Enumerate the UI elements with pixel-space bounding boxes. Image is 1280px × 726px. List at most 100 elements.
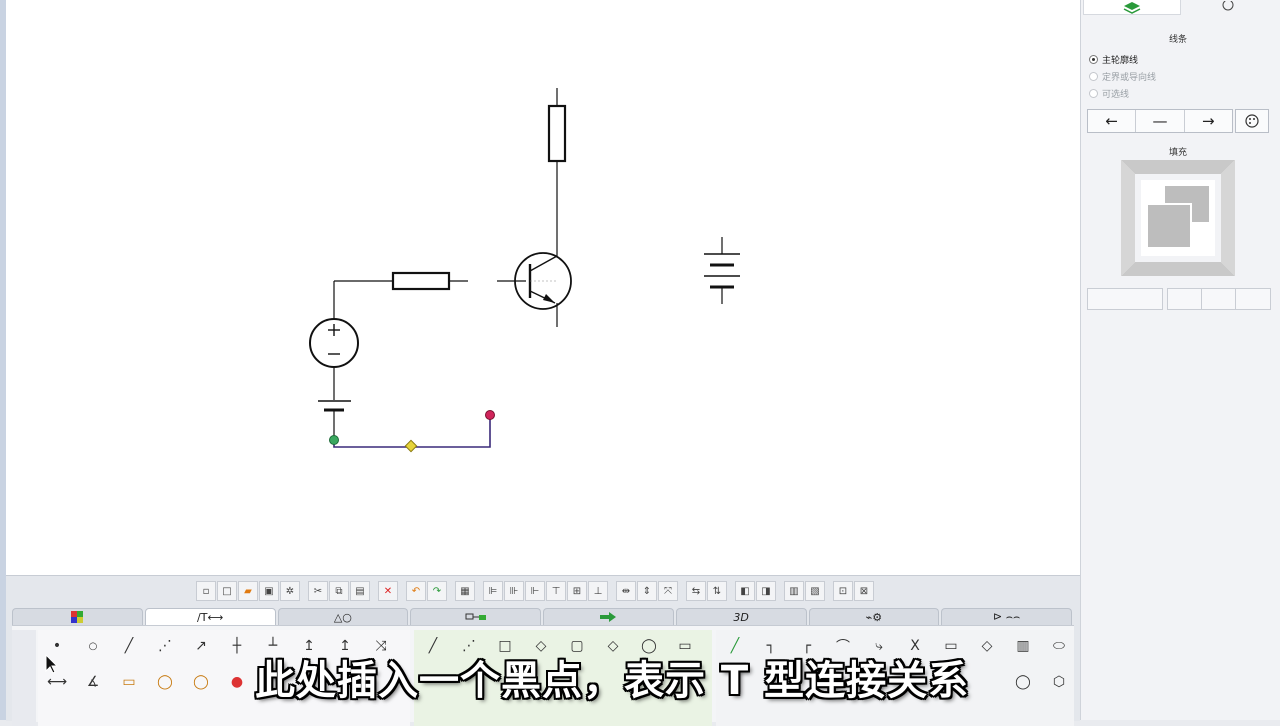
flow-decision-icon: ◇ (981, 638, 993, 654)
align-center-icon[interactable]: ⊪ (504, 581, 524, 601)
fill-field-1[interactable] (1087, 288, 1163, 310)
radio-button[interactable] (1089, 72, 1098, 81)
arrow-line-tool[interactable]: ↗ (186, 632, 216, 660)
bring-front-icon[interactable]: ◧ (735, 581, 755, 601)
undo-icon[interactable]: ↶ (406, 581, 426, 601)
resistor-horizontal[interactable] (391, 271, 451, 291)
resistor-vertical[interactable] (547, 104, 567, 163)
resize-icon[interactable]: ⤧ (658, 581, 678, 601)
fill-preview[interactable] (1121, 160, 1235, 276)
wire-midpoint-handle[interactable] (404, 439, 418, 453)
green-arrow-icon (600, 612, 617, 622)
ungroup-icon[interactable]: ▧ (805, 581, 825, 601)
flow-hexagon-icon: ⬡ (1052, 674, 1066, 690)
selected-wire[interactable] (329, 410, 495, 453)
tab-shapes[interactable]: △○ (277, 608, 409, 625)
align-middle-icon[interactable]: ⊞ (567, 581, 587, 601)
settings-icon[interactable]: ✲ (280, 581, 300, 601)
radio-label: 主轮廓线 (1102, 56, 1139, 66)
align-bottom-icon[interactable]: ⊥ (588, 581, 608, 601)
panel-tab-palette[interactable] (1211, 0, 1261, 14)
fill-field-4[interactable] (1235, 288, 1271, 310)
cut-icon[interactable]: ✂ (308, 581, 328, 601)
line-color-button[interactable] (1235, 109, 1269, 133)
callout-rect-tool[interactable]: ▭ (114, 668, 144, 696)
radio-boundary-line[interactable]: 定界或导向线 (1089, 70, 1156, 83)
redo-icon[interactable]: ↷ (427, 581, 447, 601)
dashed-line-icon: ⋰ (158, 638, 172, 654)
line-tool[interactable]: ╱ (114, 632, 144, 660)
zoom-fit-icon[interactable]: ⊡ (833, 581, 853, 601)
tab-electrical[interactable]: ⌁⚙ (808, 608, 940, 625)
arrow-start-button[interactable]: ← (1088, 110, 1137, 132)
distribute-v-icon[interactable]: ⇕ (637, 581, 657, 601)
callout-cloud-icon: ◯ (193, 674, 209, 690)
tab-arrows[interactable] (543, 608, 674, 625)
arrow-cursor-icon (45, 654, 59, 674)
send-back-icon[interactable]: ◨ (756, 581, 776, 601)
save-icon[interactable]: ▣ (259, 581, 279, 601)
new-doc-icon[interactable]: ▫ (196, 581, 216, 601)
line-plain-button[interactable]: — (1136, 110, 1185, 132)
flow-terminal-icon: ⬭ (1053, 638, 1065, 654)
fill-field-2[interactable] (1167, 288, 1203, 310)
angle-icon: ∡ (86, 674, 100, 690)
wire-end-handle[interactable] (485, 410, 495, 420)
callout-cloud-tool[interactable]: ◯ (186, 668, 216, 696)
radio-optional-line[interactable]: 可选线 (1089, 87, 1129, 100)
tab-colors[interactable] (12, 608, 143, 625)
battery-cell-left[interactable] (318, 400, 351, 440)
callout-round-tool[interactable]: ◯ (150, 668, 180, 696)
delete-icon[interactable]: ✕ (378, 581, 398, 601)
line-icon: ╱ (124, 638, 134, 654)
group-icon[interactable]: ▥ (784, 581, 804, 601)
tab-connectors[interactable] (410, 608, 541, 625)
palette-icon (1222, 0, 1234, 11)
layers-icon (1123, 2, 1141, 14)
zoom-select-icon[interactable]: ⊠ (854, 581, 874, 601)
hollow-dot-tool[interactable]: ○ (78, 632, 108, 660)
circuit-diagram (309, 88, 740, 453)
line-section-title: 线条 (1169, 35, 1188, 45)
cross-tool[interactable]: ┼ (222, 632, 252, 660)
radio-main-outline[interactable]: 主轮廓线 (1089, 53, 1138, 66)
arrow-end-button[interactable]: → (1185, 110, 1232, 132)
panel-tab-layers[interactable] (1083, 0, 1181, 15)
voltage-source[interactable] (309, 318, 359, 368)
tab-3d[interactable]: 3D (675, 608, 807, 625)
radio-button[interactable] (1089, 55, 1098, 64)
align-left-icon[interactable]: ⊫ (483, 581, 503, 601)
tab-circuit[interactable]: ⊳ ⌢⌢ (941, 608, 1072, 625)
grid-icon[interactable]: ▦ (455, 581, 475, 601)
battery-multi-cell[interactable] (704, 237, 740, 304)
number-badge-tool[interactable]: ● (222, 668, 252, 696)
line-style-buttons: ← — → (1087, 109, 1233, 133)
transistor-npn[interactable] (497, 232, 572, 327)
open-folder-icon[interactable]: ▰ (238, 581, 258, 601)
tab-lines-text[interactable]: ∕T⟷ (144, 608, 276, 626)
flow-decision-tool[interactable]: ◇ (972, 632, 1002, 660)
align-right-icon[interactable]: ⊩ (525, 581, 545, 601)
fill-field-3[interactable] (1201, 288, 1237, 310)
angle-tool[interactable]: ∡ (78, 668, 108, 696)
distribute-h-icon[interactable]: ⇹ (616, 581, 636, 601)
paste-icon[interactable]: ▤ (350, 581, 370, 601)
dashed-line-tool[interactable]: ⋰ (150, 632, 180, 660)
flow-subprocess-tool[interactable]: ▥ (1008, 632, 1038, 660)
wire-start-handle[interactable] (329, 435, 339, 445)
tool-group-side (12, 630, 36, 726)
flip-v-icon[interactable]: ⇅ (707, 581, 727, 601)
flow-hexagon-tool[interactable]: ⬡ (1044, 668, 1074, 696)
radio-label: 定界或导向线 (1102, 73, 1157, 83)
color-swatch-icon (71, 611, 84, 623)
blank-page-icon[interactable]: □ (217, 581, 237, 601)
arrow-line-icon: ↗ (195, 638, 207, 654)
flip-h-icon[interactable]: ⇆ (686, 581, 706, 601)
align-top-icon[interactable]: ⊤ (546, 581, 566, 601)
drawing-canvas[interactable] (6, 0, 1080, 575)
main-toolbar: ▫ □ ▰ ▣ ✲ ✂ ⧉ ▤ ✕ ↶ ↷ ▦ ⊫ ⊪ ⊩ ⊤ ⊞ ⊥ ⇹ ⇕ … (196, 581, 874, 601)
flow-circle-tool[interactable]: ◯ (1008, 668, 1038, 696)
radio-button[interactable] (1089, 89, 1098, 98)
flow-terminal-tool[interactable]: ⬭ (1044, 632, 1074, 660)
copy-icon[interactable]: ⧉ (329, 581, 349, 601)
